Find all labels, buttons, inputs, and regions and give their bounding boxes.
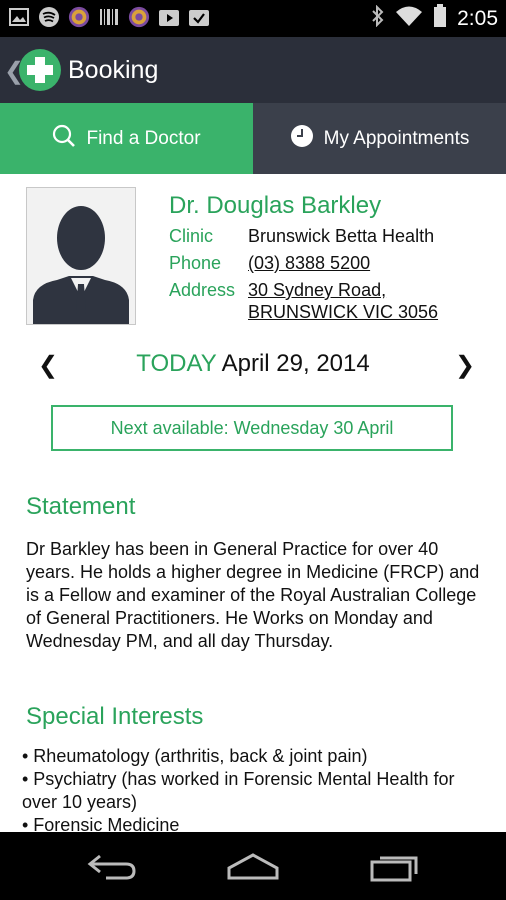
- address-link-line1[interactable]: 30 Sydney Road,: [248, 280, 386, 301]
- clinic-value: Brunswick Betta Health: [248, 226, 435, 246]
- selected-date: TODAY April 29, 2014: [0, 350, 506, 378]
- checkmark-bag-icon: [188, 6, 210, 28]
- phone-label: Phone: [169, 253, 222, 273]
- phone-link[interactable]: (03) 8388 5200: [248, 253, 370, 274]
- back-nav-icon[interactable]: [86, 852, 138, 885]
- next-available-button[interactable]: Next available: Wednesday 30 April: [51, 405, 453, 451]
- app-logo-icon[interactable]: [18, 48, 62, 92]
- next-day-button[interactable]: ❯: [455, 351, 475, 380]
- status-bar: 2:05: [0, 0, 506, 37]
- system-navigation-bar: [0, 832, 506, 900]
- doctor-name: Dr. Douglas Barkley: [169, 192, 382, 219]
- spotify-icon: [38, 6, 60, 28]
- search-icon: [52, 124, 76, 154]
- play-store-icon: [158, 6, 180, 28]
- previous-day-button[interactable]: ❮: [38, 351, 58, 380]
- today-label: TODAY: [136, 350, 217, 377]
- statement-heading: Statement: [26, 493, 136, 520]
- home-nav-icon[interactable]: [226, 852, 280, 885]
- address-link-line2[interactable]: BRUNSWICK VIC 3056: [248, 302, 438, 323]
- list-item: • Rheumatology (arthritis, back & joint …: [22, 746, 368, 766]
- app-badge-icon: [128, 6, 150, 28]
- action-bar: ❮ Booking: [0, 37, 506, 103]
- date-navigation: TODAY April 29, 2014 ❮ ❯: [0, 347, 506, 383]
- phone-row: Phone: [169, 253, 248, 274]
- bluetooth-icon: [371, 4, 385, 32]
- tab-my-appointments[interactable]: My Appointments: [253, 103, 506, 174]
- image-icon: [8, 6, 30, 28]
- barcode-icon: [98, 6, 120, 28]
- tab-bar: Find a Doctor My Appointments: [0, 103, 506, 174]
- wifi-icon: [395, 5, 423, 32]
- app-badge-icon: [68, 6, 90, 28]
- tab-label: My Appointments: [323, 127, 470, 149]
- doctor-avatar: [26, 187, 136, 325]
- special-interests-heading: Special Interests: [26, 703, 204, 730]
- tab-find-a-doctor[interactable]: Find a Doctor: [0, 103, 253, 174]
- statement-text: Dr Barkley has been in General Practice …: [26, 539, 480, 651]
- date-text: April 29, 2014: [221, 350, 370, 377]
- clock-time: 2:05: [457, 6, 498, 30]
- address-label: Address: [169, 280, 236, 300]
- recent-apps-nav-icon[interactable]: [370, 852, 420, 887]
- clock-icon: [290, 124, 314, 154]
- special-interests-list: • Rheumatology (arthritis, back & joint …: [22, 745, 492, 837]
- address-row: Address: [169, 280, 248, 301]
- tab-label: Find a Doctor: [86, 127, 201, 149]
- page-title: Booking: [68, 56, 159, 84]
- clinic-row: Clinic: [169, 226, 248, 247]
- battery-icon: [433, 4, 447, 33]
- list-item: • Psychiatry (has worked in Forensic Men…: [22, 769, 455, 812]
- clinic-label: Clinic: [169, 226, 214, 246]
